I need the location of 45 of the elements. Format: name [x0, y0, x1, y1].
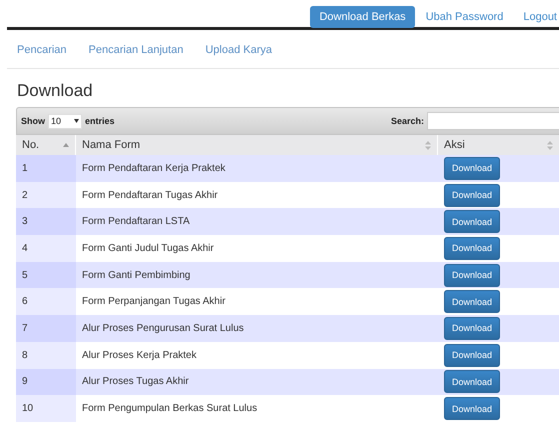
download-button[interactable]: Download	[444, 210, 500, 234]
page-size-select[interactable]: 10	[48, 114, 82, 128]
table-cell: 10	[16, 395, 76, 422]
download-button[interactable]: Download	[444, 184, 500, 207]
search-field[interactable]	[427, 112, 559, 130]
search-label: Search:	[390, 116, 424, 126]
download-button[interactable]: Download	[444, 264, 500, 287]
nav-link[interactable]: Pencarian Lanjutan	[88, 44, 184, 56]
entries-label: entries	[85, 116, 115, 126]
caret-icon	[74, 119, 79, 123]
download-button[interactable]: Download	[444, 236, 500, 260]
table-cell: Form Ganti Pembimbing	[76, 262, 438, 288]
table-cell: 4	[16, 235, 76, 262]
download-button[interactable]: Download	[444, 316, 500, 340]
show-label: Show	[21, 116, 45, 126]
table-cell: Form Pendaftaran Kerja Praktek	[76, 155, 438, 182]
table-cell: Alur Proses Tugas Akhir	[76, 368, 438, 396]
table-cell: 3	[16, 208, 76, 236]
table-cell: 2	[16, 182, 76, 208]
table-cell: 8	[16, 342, 76, 368]
sort-icon	[425, 140, 431, 150]
download-button[interactable]: Download	[444, 290, 500, 314]
table-cell: 6	[16, 288, 76, 316]
nav-link[interactable]: Logout	[514, 6, 559, 28]
table-cell: 7	[16, 315, 76, 342]
column-header[interactable]: Nama Form	[76, 135, 438, 155]
download-button[interactable]: Download	[444, 156, 500, 180]
table-cell: 5	[16, 262, 76, 288]
table-cell: Alur Proses Pengurusan Surat Lulus	[76, 315, 438, 342]
table-cell: 1	[16, 155, 76, 182]
column-header[interactable]: No.	[16, 135, 76, 155]
download-button[interactable]: Download	[444, 397, 500, 420]
download-button[interactable]: Download	[444, 344, 500, 367]
column-header[interactable]: Aksi	[438, 135, 559, 155]
page-title: Download	[17, 81, 94, 101]
download-button[interactable]: Download	[444, 370, 500, 394]
table-cell: 9	[16, 368, 76, 396]
nav-link[interactable]: Pencarian	[17, 44, 67, 56]
sort-icon	[547, 140, 553, 150]
table-cell: Form Pendaftaran LSTA	[76, 208, 438, 236]
nav-link[interactable]: Upload Karya	[205, 44, 272, 56]
sort-up-icon	[63, 143, 69, 147]
nav-link[interactable]: Download Berkas	[310, 6, 415, 28]
nav-link[interactable]: Ubah Password	[416, 6, 512, 28]
table-cell: Form Pendaftaran Tugas Akhir	[76, 182, 438, 208]
